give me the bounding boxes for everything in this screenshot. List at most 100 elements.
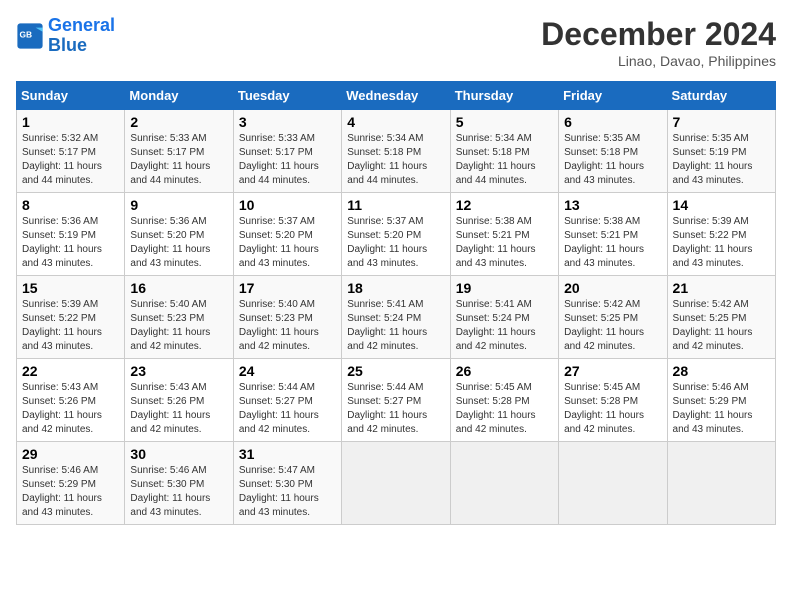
table-row: 24 Sunrise: 5:44 AMSunset: 5:27 PMDaylig… [233, 359, 341, 442]
day-number: 3 [239, 114, 336, 130]
day-info: Sunrise: 5:38 AMSunset: 5:21 PMDaylight:… [456, 215, 553, 271]
calendar-week-row: 8 Sunrise: 5:36 AMSunset: 5:19 PMDayligh… [17, 193, 776, 276]
day-info: Sunrise: 5:37 AMSunset: 5:20 PMDaylight:… [239, 215, 336, 271]
day-info: Sunrise: 5:46 AMSunset: 5:29 PMDaylight:… [673, 381, 770, 437]
day-number: 5 [456, 114, 553, 130]
table-row: 10 Sunrise: 5:37 AMSunset: 5:20 PMDaylig… [233, 193, 341, 276]
day-number: 23 [130, 363, 227, 379]
day-number: 10 [239, 197, 336, 213]
header-saturday: Saturday [667, 82, 775, 110]
table-row: 7 Sunrise: 5:35 AMSunset: 5:19 PMDayligh… [667, 110, 775, 193]
day-info: Sunrise: 5:38 AMSunset: 5:21 PMDaylight:… [564, 215, 661, 271]
calendar-week-row: 29 Sunrise: 5:46 AMSunset: 5:29 PMDaylig… [17, 442, 776, 525]
day-info: Sunrise: 5:45 AMSunset: 5:28 PMDaylight:… [456, 381, 553, 437]
day-number: 17 [239, 280, 336, 296]
weekday-header-row: Sunday Monday Tuesday Wednesday Thursday… [17, 82, 776, 110]
day-info: Sunrise: 5:43 AMSunset: 5:26 PMDaylight:… [22, 381, 119, 437]
table-row: 28 Sunrise: 5:46 AMSunset: 5:29 PMDaylig… [667, 359, 775, 442]
page-header: GB General Blue December 2024 Linao, Dav… [16, 16, 776, 69]
table-row: 3 Sunrise: 5:33 AMSunset: 5:17 PMDayligh… [233, 110, 341, 193]
table-row: 4 Sunrise: 5:34 AMSunset: 5:18 PMDayligh… [342, 110, 450, 193]
table-row: 31 Sunrise: 5:47 AMSunset: 5:30 PMDaylig… [233, 442, 341, 525]
day-number: 6 [564, 114, 661, 130]
table-row: 11 Sunrise: 5:37 AMSunset: 5:20 PMDaylig… [342, 193, 450, 276]
day-number: 24 [239, 363, 336, 379]
calendar-table: Sunday Monday Tuesday Wednesday Thursday… [16, 81, 776, 525]
logo-icon: GB [16, 22, 44, 50]
table-row [667, 442, 775, 525]
day-info: Sunrise: 5:39 AMSunset: 5:22 PMDaylight:… [22, 298, 119, 354]
day-info: Sunrise: 5:46 AMSunset: 5:29 PMDaylight:… [22, 464, 119, 520]
table-row: 25 Sunrise: 5:44 AMSunset: 5:27 PMDaylig… [342, 359, 450, 442]
table-row: 13 Sunrise: 5:38 AMSunset: 5:21 PMDaylig… [559, 193, 667, 276]
day-number: 26 [456, 363, 553, 379]
table-row: 8 Sunrise: 5:36 AMSunset: 5:19 PMDayligh… [17, 193, 125, 276]
day-info: Sunrise: 5:32 AMSunset: 5:17 PMDaylight:… [22, 132, 119, 188]
day-number: 25 [347, 363, 444, 379]
header-thursday: Thursday [450, 82, 558, 110]
day-number: 11 [347, 197, 444, 213]
day-number: 27 [564, 363, 661, 379]
day-number: 9 [130, 197, 227, 213]
day-info: Sunrise: 5:33 AMSunset: 5:17 PMDaylight:… [130, 132, 227, 188]
table-row: 2 Sunrise: 5:33 AMSunset: 5:17 PMDayligh… [125, 110, 233, 193]
table-row: 5 Sunrise: 5:34 AMSunset: 5:18 PMDayligh… [450, 110, 558, 193]
day-info: Sunrise: 5:35 AMSunset: 5:19 PMDaylight:… [673, 132, 770, 188]
day-info: Sunrise: 5:40 AMSunset: 5:23 PMDaylight:… [239, 298, 336, 354]
day-info: Sunrise: 5:41 AMSunset: 5:24 PMDaylight:… [347, 298, 444, 354]
header-tuesday: Tuesday [233, 82, 341, 110]
day-info: Sunrise: 5:40 AMSunset: 5:23 PMDaylight:… [130, 298, 227, 354]
day-number: 8 [22, 197, 119, 213]
header-monday: Monday [125, 82, 233, 110]
table-row [342, 442, 450, 525]
day-info: Sunrise: 5:45 AMSunset: 5:28 PMDaylight:… [564, 381, 661, 437]
day-info: Sunrise: 5:34 AMSunset: 5:18 PMDaylight:… [456, 132, 553, 188]
calendar-week-row: 22 Sunrise: 5:43 AMSunset: 5:26 PMDaylig… [17, 359, 776, 442]
table-row: 18 Sunrise: 5:41 AMSunset: 5:24 PMDaylig… [342, 276, 450, 359]
day-info: Sunrise: 5:36 AMSunset: 5:20 PMDaylight:… [130, 215, 227, 271]
table-row [559, 442, 667, 525]
header-sunday: Sunday [17, 82, 125, 110]
day-number: 20 [564, 280, 661, 296]
table-row: 30 Sunrise: 5:46 AMSunset: 5:30 PMDaylig… [125, 442, 233, 525]
table-row: 19 Sunrise: 5:41 AMSunset: 5:24 PMDaylig… [450, 276, 558, 359]
logo-text: General Blue [48, 16, 115, 56]
day-number: 19 [456, 280, 553, 296]
day-number: 16 [130, 280, 227, 296]
day-number: 2 [130, 114, 227, 130]
month-title: December 2024 [541, 16, 776, 53]
table-row: 12 Sunrise: 5:38 AMSunset: 5:21 PMDaylig… [450, 193, 558, 276]
day-number: 31 [239, 446, 336, 462]
day-info: Sunrise: 5:47 AMSunset: 5:30 PMDaylight:… [239, 464, 336, 520]
day-info: Sunrise: 5:42 AMSunset: 5:25 PMDaylight:… [673, 298, 770, 354]
day-info: Sunrise: 5:34 AMSunset: 5:18 PMDaylight:… [347, 132, 444, 188]
day-number: 22 [22, 363, 119, 379]
day-info: Sunrise: 5:44 AMSunset: 5:27 PMDaylight:… [239, 381, 336, 437]
day-info: Sunrise: 5:41 AMSunset: 5:24 PMDaylight:… [456, 298, 553, 354]
day-info: Sunrise: 5:39 AMSunset: 5:22 PMDaylight:… [673, 215, 770, 271]
table-row: 16 Sunrise: 5:40 AMSunset: 5:23 PMDaylig… [125, 276, 233, 359]
day-number: 14 [673, 197, 770, 213]
day-number: 18 [347, 280, 444, 296]
table-row: 6 Sunrise: 5:35 AMSunset: 5:18 PMDayligh… [559, 110, 667, 193]
location: Linao, Davao, Philippines [541, 53, 776, 69]
day-info: Sunrise: 5:44 AMSunset: 5:27 PMDaylight:… [347, 381, 444, 437]
day-number: 12 [456, 197, 553, 213]
table-row: 17 Sunrise: 5:40 AMSunset: 5:23 PMDaylig… [233, 276, 341, 359]
day-info: Sunrise: 5:36 AMSunset: 5:19 PMDaylight:… [22, 215, 119, 271]
table-row: 9 Sunrise: 5:36 AMSunset: 5:20 PMDayligh… [125, 193, 233, 276]
day-number: 21 [673, 280, 770, 296]
table-row: 14 Sunrise: 5:39 AMSunset: 5:22 PMDaylig… [667, 193, 775, 276]
day-number: 29 [22, 446, 119, 462]
table-row: 21 Sunrise: 5:42 AMSunset: 5:25 PMDaylig… [667, 276, 775, 359]
day-number: 4 [347, 114, 444, 130]
day-number: 7 [673, 114, 770, 130]
day-number: 15 [22, 280, 119, 296]
day-number: 13 [564, 197, 661, 213]
calendar-week-row: 1 Sunrise: 5:32 AMSunset: 5:17 PMDayligh… [17, 110, 776, 193]
table-row [450, 442, 558, 525]
calendar-week-row: 15 Sunrise: 5:39 AMSunset: 5:22 PMDaylig… [17, 276, 776, 359]
table-row: 20 Sunrise: 5:42 AMSunset: 5:25 PMDaylig… [559, 276, 667, 359]
day-number: 30 [130, 446, 227, 462]
day-info: Sunrise: 5:37 AMSunset: 5:20 PMDaylight:… [347, 215, 444, 271]
